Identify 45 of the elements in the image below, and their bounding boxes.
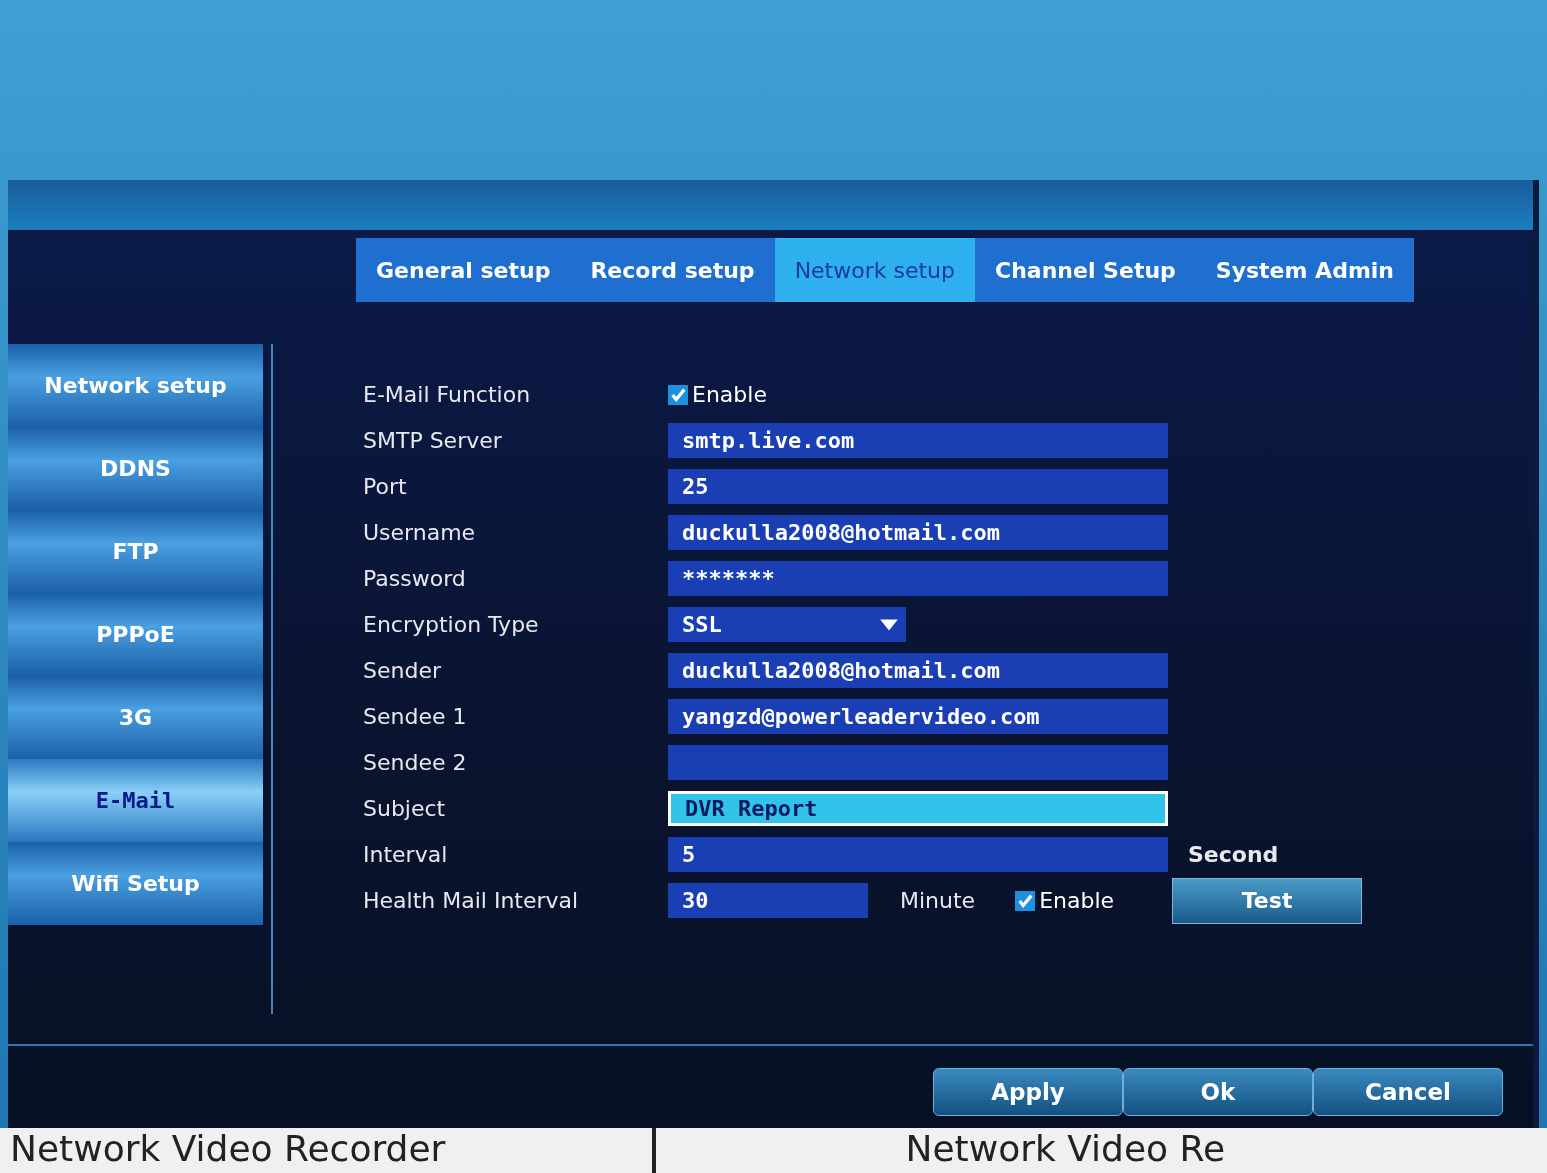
sidebar-item[interactable]: Network setup [8,344,263,427]
field-label: Port [363,474,408,499]
enable-checkbox[interactable]: Enable [668,382,767,407]
sidebar-item[interactable]: PPPoE [8,593,263,676]
text-field[interactable]: 25 [668,469,1168,504]
field-label: SMTP Server [363,428,503,453]
field-label: Password [363,566,467,591]
wallpaper-caption: Network Video Recorder [10,1128,656,1173]
action-button[interactable]: Apply [933,1068,1123,1116]
sidebar-item[interactable]: DDNS [8,427,263,510]
unit-label: Second [1188,842,1279,867]
sidebar-item[interactable]: FTP [8,510,263,593]
sidebar-item[interactable]: 3G [8,676,263,759]
enable-checkbox[interactable]: Enable [1015,888,1115,913]
field-label: Health Mail Interval [363,888,580,913]
field-label: Username [363,520,477,545]
text-field[interactable] [668,745,1168,780]
text-field[interactable]: 5 [668,837,1168,872]
action-button[interactable]: Ok [1123,1068,1313,1116]
action-button[interactable]: Cancel [1313,1068,1503,1116]
encryption-dropdown[interactable]: SSL [668,607,906,642]
text-field[interactable]: 30 [668,883,868,918]
text-field[interactable]: duckulla2008@hotmail.com [668,653,1168,688]
tab[interactable]: System Admin [1195,238,1414,302]
field-label: Subject [363,796,447,821]
text-field[interactable]: DVR Report [668,791,1168,826]
field-label: Sender [363,658,442,683]
text-field[interactable]: duckulla2008@hotmail.com [668,515,1168,550]
sidebar-item[interactable]: Wifi Setup [8,842,263,925]
wallpaper-caption: Network Video Re [905,1128,1227,1171]
text-field[interactable]: ******* [668,561,1168,596]
tab[interactable]: Network setup [774,238,975,302]
field-label: Sendee 2 [363,750,468,775]
tab[interactable]: Record setup [570,238,775,302]
field-label: Sendee 1 [363,704,468,729]
tab[interactable]: Channel Setup [975,238,1196,302]
unit-label: Minute [900,888,976,913]
field-label: Interval [363,842,449,867]
sidebar-item[interactable]: E-Mail [8,759,263,842]
field-label: Encryption Type [363,612,540,637]
text-field[interactable]: smtp.live.com [668,423,1168,458]
field-label: E-Mail Function [363,382,532,407]
tab[interactable]: General setup [356,238,571,302]
text-field[interactable]: yangzd@powerleadervideo.com [668,699,1168,734]
test-button[interactable]: Test [1172,877,1363,924]
